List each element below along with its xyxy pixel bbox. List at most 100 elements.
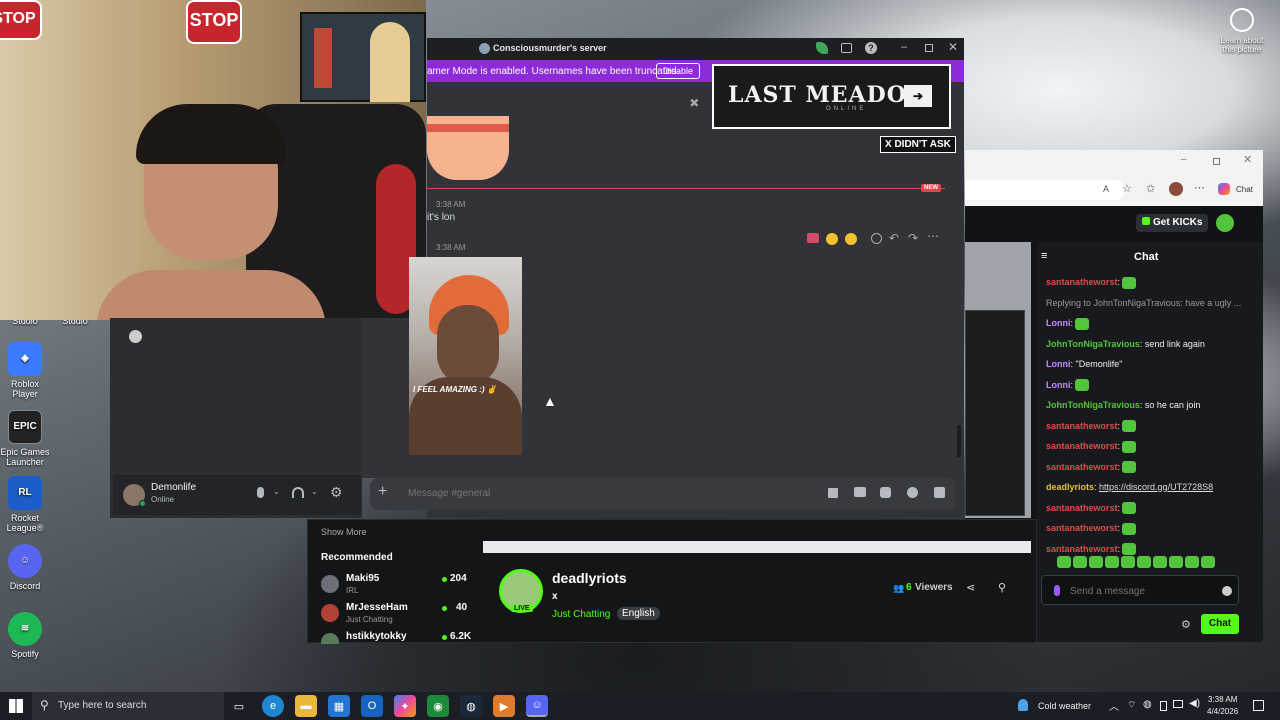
avatar[interactable] [1216, 214, 1234, 232]
gif-icon[interactable] [854, 487, 866, 497]
store-icon[interactable]: ▦ [328, 695, 350, 717]
emote-icon[interactable] [1089, 555, 1103, 568]
chat-send-button[interactable]: Chat [1201, 614, 1239, 634]
collapse-chat-icon[interactable]: ≡ [1041, 250, 1047, 262]
message-input[interactable] [408, 485, 788, 501]
minimize-icon[interactable]: – [1181, 154, 1187, 165]
stream-language-tag[interactable]: English [617, 607, 660, 620]
file-explorer-icon[interactable]: ▬ [295, 695, 317, 717]
emote-icon[interactable] [1153, 555, 1167, 568]
steam-icon[interactable]: ◍ [460, 695, 482, 717]
copilot-icon[interactable] [1218, 183, 1230, 195]
favorites-icon[interactable]: ✩ [1146, 182, 1155, 195]
chat-username[interactable]: JohnTonNigaTravious [1046, 339, 1140, 349]
sticker-icon[interactable] [880, 487, 891, 498]
emote-icon[interactable] [1169, 555, 1183, 568]
chat-username[interactable]: JohnTonNigaTravious [1046, 400, 1140, 410]
reaction-emoji-icon[interactable] [845, 233, 857, 245]
settings-gear-icon[interactable]: ⚙ [330, 484, 343, 501]
weather-text[interactable]: Cold weather [1038, 701, 1091, 711]
discord-scrollbar[interactable] [957, 425, 961, 457]
chat-username[interactable]: santanatheworst [1046, 523, 1118, 533]
compass-icon[interactable] [129, 330, 142, 343]
chat-username[interactable]: santanatheworst [1046, 421, 1118, 431]
chat-username[interactable]: Lonni [1046, 359, 1071, 369]
recommended-item[interactable]: Maki95 IRL 204 [321, 572, 471, 596]
pin-icon[interactable]: ✚ [686, 94, 703, 111]
clock-date[interactable]: 4/4/2026 [1207, 707, 1238, 716]
streamer-name[interactable]: deadlyriots [552, 570, 627, 586]
close-icon[interactable]: ✕ [1243, 153, 1252, 166]
desktop-icon-rocket-league[interactable]: RL Rocket League® [0, 476, 53, 533]
maximize-icon[interactable] [925, 44, 933, 52]
avatar[interactable] [1169, 182, 1183, 196]
inbox-icon[interactable] [841, 43, 852, 53]
steam-tray-icon[interactable]: ◍ [1143, 699, 1152, 710]
add-attachment-icon[interactable]: + [378, 483, 387, 501]
chat-username[interactable]: deadlyriots [1046, 482, 1094, 492]
emoji-icon[interactable] [1222, 586, 1232, 596]
emote-icon[interactable] [1057, 555, 1071, 568]
emote-icon[interactable] [1201, 555, 1215, 568]
ad-dismiss-button[interactable]: X DIDN'T ASK [880, 136, 956, 153]
close-icon[interactable]: ✕ [948, 40, 958, 54]
edge-icon[interactable]: e [262, 695, 284, 717]
emote-icon[interactable] [1073, 555, 1087, 568]
network-icon[interactable] [1173, 700, 1183, 708]
send-message-input[interactable] [1070, 583, 1210, 599]
emote-icon[interactable] [1105, 555, 1119, 568]
discord-taskbar-icon[interactable]: ☺ [526, 695, 548, 717]
wifi-icon[interactable]: ⌔ [1127, 699, 1136, 712]
taskbar-search-box[interactable]: ⚲ Type here to search [32, 692, 224, 720]
forward-icon[interactable]: ↷ [908, 231, 918, 245]
chat-username[interactable]: Lonni [1046, 318, 1071, 328]
browser-address-bar[interactable] [965, 180, 1125, 200]
follow-user-icon[interactable]: ⚲ [998, 581, 1006, 594]
disable-streamer-mode-button[interactable]: Disable [656, 63, 701, 79]
chevron-down-icon[interactable]: ⌄ [311, 487, 318, 496]
emote-icon[interactable] [1121, 555, 1135, 568]
windows-start-icon[interactable] [9, 699, 23, 713]
ad-banner[interactable]: LAST MEADOW ONLINE ➔ [712, 64, 951, 129]
chat-link[interactable]: https://discord.gg/UT2728S8 [1099, 482, 1213, 492]
clock-time[interactable]: 3:38 AM [1208, 695, 1237, 704]
chat-username[interactable]: santanatheworst [1046, 462, 1118, 472]
emoji-icon[interactable] [907, 487, 918, 498]
microphone-icon[interactable] [1054, 585, 1060, 596]
desktop-icon-spotify[interactable]: ≋ Spotify [0, 612, 53, 659]
gift-icon[interactable] [828, 488, 838, 498]
chat-username[interactable]: santanatheworst [1046, 503, 1118, 513]
reaction-emoji-icon[interactable] [826, 233, 838, 245]
chat-username[interactable]: santanatheworst [1046, 544, 1118, 554]
minimize-icon[interactable]: – [901, 41, 907, 53]
more-options-icon[interactable]: ⋯ [1194, 181, 1205, 194]
microphone-icon[interactable] [257, 487, 264, 498]
game-pass-icon[interactable]: ◉ [427, 695, 449, 717]
chevron-down-icon[interactable]: ⌄ [273, 487, 280, 496]
reaction-emoji-icon[interactable] [807, 233, 819, 243]
reply-icon[interactable]: ↶ [889, 231, 899, 245]
send-message-box[interactable] [1041, 575, 1239, 605]
chevron-up-icon[interactable]: ︿ [1109, 698, 1119, 713]
outlook-icon[interactable]: O [361, 695, 383, 717]
volume-icon[interactable]: ◀) [1189, 698, 1200, 709]
nitro-icon[interactable] [816, 42, 828, 54]
get-kicks-button[interactable]: Get KICKs [1136, 214, 1209, 232]
share-icon[interactable]: ⋖ [966, 581, 975, 594]
message-image-selfie[interactable]: I FEEL AMAZING :) ✌ [409, 257, 522, 455]
task-view-icon[interactable]: ▭ [228, 695, 250, 717]
desktop-icon-roblox[interactable]: ◈ Roblox Player [0, 342, 53, 399]
recommended-item[interactable]: MrJesseHam Just Chatting 40 [321, 601, 471, 625]
desktop-icon-discord[interactable]: ☺ Discord [0, 544, 53, 591]
chat-username[interactable]: santanatheworst [1046, 441, 1118, 451]
arrow-right-icon[interactable]: ➔ [904, 85, 932, 107]
headphones-icon[interactable] [292, 487, 304, 498]
desktop-icon-epic[interactable]: EPIC Epic Games Launcher [0, 410, 53, 467]
message-image-cartoon[interactable] [427, 116, 509, 180]
copilot-icon[interactable]: ✦ [394, 695, 416, 717]
favorite-star-icon[interactable]: ☆ [1122, 182, 1132, 195]
show-more-link[interactable]: Show More [321, 527, 367, 537]
apps-icon[interactable] [934, 487, 945, 498]
more-options-icon[interactable]: ⋯ [927, 229, 939, 243]
help-icon[interactable]: ? [865, 42, 877, 54]
